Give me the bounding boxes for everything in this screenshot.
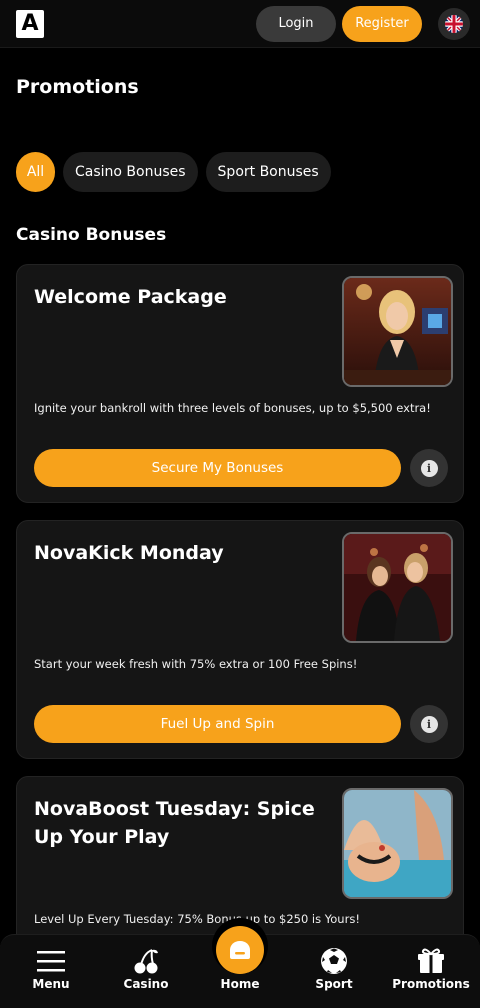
nav-promotions[interactable]: Promotions — [383, 935, 479, 1008]
two-women-in-suits-photo[interactable] — [342, 532, 453, 643]
register-button[interactable]: Register — [342, 6, 422, 42]
nav-label: Menu — [32, 977, 70, 991]
pool-party-photo[interactable] — [342, 788, 453, 899]
nav-label: Promotions — [392, 977, 470, 991]
info-button[interactable]: i — [410, 449, 448, 487]
promo-description: Level Up Every Tuesday: 75% Bonus up to … — [34, 912, 360, 926]
hamburger-icon — [37, 947, 65, 975]
home-chat-icon — [230, 941, 250, 959]
section-title: Casino Bonuses — [16, 225, 167, 245]
nav-label: Casino — [123, 977, 169, 991]
info-button[interactable]: i — [410, 705, 448, 743]
nav-casino[interactable]: Casino — [98, 935, 194, 1008]
nav-label: Home — [220, 977, 260, 991]
nav-menu[interactable]: Menu — [3, 935, 99, 1008]
login-button[interactable]: Login — [256, 6, 336, 42]
filter-sport-bonuses[interactable]: Sport Bonuses — [205, 152, 331, 192]
gift-icon — [417, 947, 445, 975]
promo-card-novakick-monday: NovaKick Monday Start your week fresh wi… — [16, 520, 464, 759]
cherries-icon — [132, 947, 160, 975]
promo-title: NovaKick Monday — [34, 542, 224, 564]
info-icon: i — [420, 459, 438, 477]
secure-my-bonuses-button[interactable]: Secure My Bonuses — [34, 449, 401, 487]
home-button[interactable] — [216, 926, 264, 974]
nav-sport[interactable]: Sport — [286, 935, 382, 1008]
promo-description: Start your week fresh with 75% extra or … — [34, 657, 358, 671]
filter-all[interactable]: All — [16, 152, 55, 192]
promo-description: Ignite your bankroll with three levels o… — [34, 401, 431, 415]
top-bar: A Login Register — [0, 0, 480, 48]
uk-flag-icon — [445, 15, 463, 33]
promo-title: Welcome Package — [34, 286, 227, 308]
woman-at-casino-table-photo[interactable] — [342, 276, 453, 387]
promo-card-welcome-package: Welcome Package Ignite your bankroll wit… — [16, 264, 464, 503]
page-title: Promotions — [16, 76, 139, 98]
nav-label: Sport — [315, 977, 353, 991]
brand-logo[interactable]: A — [16, 10, 44, 38]
language-selector[interactable] — [438, 8, 470, 40]
filter-casino-bonuses[interactable]: Casino Bonuses — [63, 152, 198, 192]
fuel-up-and-spin-button[interactable]: Fuel Up and Spin — [34, 705, 401, 743]
promo-title: NovaBoost Tuesday: Spice Up Your Play — [34, 798, 315, 848]
soccer-ball-icon — [320, 947, 348, 975]
info-icon: i — [420, 715, 438, 733]
promo-filter-tabs: All Casino Bonuses Sport Bonuses — [16, 152, 331, 192]
